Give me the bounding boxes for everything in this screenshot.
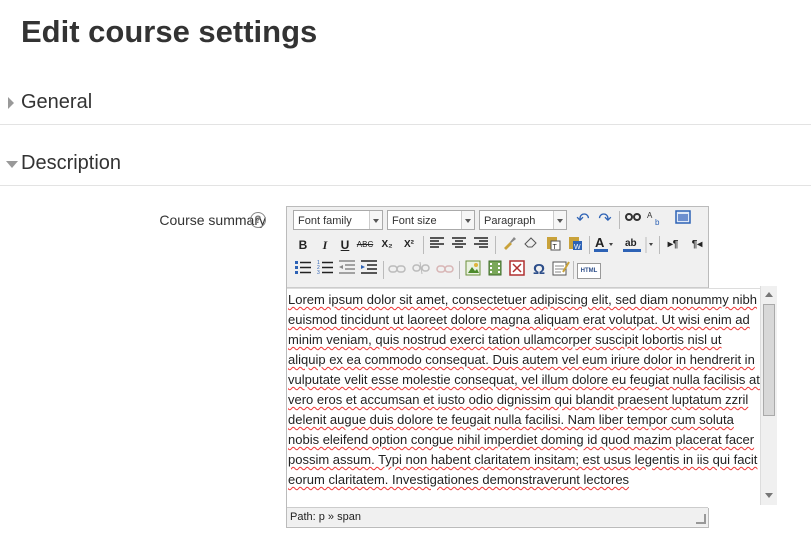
ltr-direction-icon[interactable]: ▸¶: [663, 235, 683, 255]
insert-equation-icon[interactable]: [551, 260, 571, 280]
editor-status-bar: Path: p » span: [287, 507, 708, 526]
toolbar-separator: [573, 261, 574, 279]
font-size-select[interactable]: Font size: [387, 210, 475, 230]
expand-arrow-icon[interactable]: [8, 97, 14, 109]
anchor-icon[interactable]: [435, 260, 455, 280]
toolbar-separator: [659, 236, 660, 254]
scroll-up-icon[interactable]: [765, 292, 773, 297]
insert-image-icon[interactable]: [463, 260, 483, 280]
editor-toolbar: Font family Font size Paragraph ↶ ↷ Ab B…: [287, 207, 708, 288]
chevron-down-icon: [461, 211, 474, 229]
collapse-arrow-icon[interactable]: [6, 161, 18, 168]
numbered-list-icon[interactable]: 123: [315, 260, 335, 280]
page-title: Edit course settings: [21, 14, 318, 49]
section-description[interactable]: Description: [0, 145, 811, 186]
toolbar-separator: [495, 236, 496, 254]
font-size-value: Font size: [392, 215, 437, 227]
align-left-icon[interactable]: [427, 235, 447, 255]
subscript-button[interactable]: X₂: [377, 235, 397, 255]
editor-text-span[interactable]: Lorem ipsum dolor sit amet, consectetuer…: [288, 292, 760, 487]
font-family-select[interactable]: Font family: [293, 210, 383, 230]
highlight-color-icon[interactable]: ab: [621, 235, 655, 255]
chevron-down-icon: [553, 211, 566, 229]
manage-files-icon[interactable]: [507, 260, 527, 280]
unlink-icon[interactable]: [411, 260, 431, 280]
scroll-down-icon[interactable]: [765, 493, 773, 498]
course-summary-editor[interactable]: Font family Font size Paragraph ↶ ↷ Ab B…: [286, 206, 761, 528]
help-icon[interactable]: ?: [250, 212, 266, 228]
scroll-thumb[interactable]: [763, 304, 775, 416]
section-general-label[interactable]: General: [21, 91, 92, 114]
replace-icon[interactable]: Ab: [645, 210, 665, 230]
special-character-icon[interactable]: Ω: [529, 260, 549, 280]
align-center-icon[interactable]: [449, 235, 469, 255]
section-description-label[interactable]: Description: [21, 152, 121, 175]
underline-button[interactable]: U: [335, 235, 355, 255]
editor-text[interactable]: Lorem ipsum dolor sit amet, consectetuer…: [287, 289, 761, 490]
eraser-icon[interactable]: [521, 235, 541, 255]
align-right-icon[interactable]: [471, 235, 491, 255]
editor-path: Path: p » span: [290, 511, 361, 523]
toolbar-separator: [459, 261, 460, 279]
editor-content-area[interactable]: Lorem ipsum dolor sit amet, consectetuer…: [287, 288, 761, 508]
toolbar-separator: [423, 236, 424, 254]
insert-media-icon[interactable]: [485, 260, 505, 280]
italic-button[interactable]: I: [315, 235, 335, 255]
outdent-icon[interactable]: [337, 260, 357, 280]
svg-text:W: W: [574, 244, 581, 251]
superscript-button[interactable]: X²: [399, 235, 419, 255]
section-general[interactable]: General: [0, 84, 811, 125]
strikethrough-button[interactable]: ABC: [355, 235, 375, 255]
bold-button[interactable]: B: [293, 235, 313, 255]
indent-icon[interactable]: [359, 260, 379, 280]
find-icon[interactable]: [623, 210, 643, 230]
bullet-list-icon[interactable]: [293, 260, 313, 280]
svg-text:ab: ab: [625, 238, 637, 249]
toolbar-separator: [383, 261, 384, 279]
svg-text:A: A: [595, 235, 605, 250]
rtl-direction-icon[interactable]: ¶◂: [687, 235, 707, 255]
svg-text:T: T: [553, 244, 558, 251]
paste-text-icon[interactable]: T: [543, 235, 563, 255]
format-value: Paragraph: [484, 215, 536, 227]
toolbar-separator: [589, 236, 590, 254]
editor-scrollbar[interactable]: [760, 286, 777, 505]
chevron-down-icon: [369, 211, 382, 229]
paste-word-icon[interactable]: W: [565, 235, 585, 255]
text-color-icon[interactable]: A: [593, 235, 613, 255]
format-select[interactable]: Paragraph: [479, 210, 567, 230]
html-source-button[interactable]: HTML: [577, 263, 601, 279]
cleanup-brush-icon[interactable]: [499, 235, 519, 255]
toolbar-separator: [619, 211, 620, 229]
svg-text:A: A: [647, 211, 653, 220]
undo-icon[interactable]: ↶: [573, 210, 593, 230]
redo-icon[interactable]: ↷: [595, 210, 615, 230]
insert-link-icon[interactable]: [387, 260, 407, 280]
resize-handle-icon[interactable]: [696, 514, 706, 524]
font-family-value: Font family: [298, 215, 352, 227]
svg-text:b: b: [655, 218, 660, 226]
svg-text:3: 3: [317, 270, 320, 274]
fullscreen-icon[interactable]: [673, 210, 693, 230]
